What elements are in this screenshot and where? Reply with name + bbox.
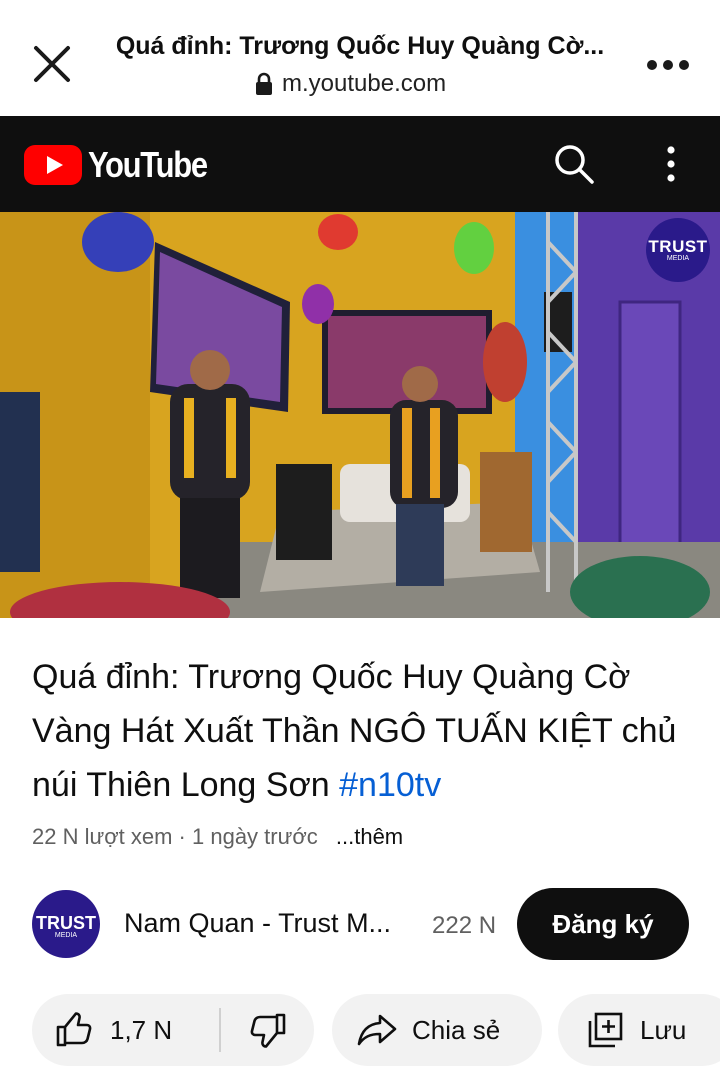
share-label: Chia sẻ [412,1014,501,1045]
more-options-icon[interactable] [644,50,692,80]
share-icon [356,1012,398,1048]
video-frame-image [0,212,720,618]
channel-row: TRUST MEDIA Nam Quan - Trust M... 222 N … [0,888,720,962]
channel-avatar[interactable]: TRUST MEDIA [32,890,100,958]
video-player[interactable]: TRUST MEDIA [0,212,720,618]
url-text: m.youtube.com [282,70,447,97]
hashtag-link[interactable]: #n10tv [339,766,441,804]
avatar-subtext: MEDIA [54,932,78,939]
save-button[interactable]: Lưu [558,994,720,1066]
channel-watermark: TRUST MEDIA [646,218,710,282]
close-icon[interactable] [28,40,76,88]
youtube-logo[interactable]: YouTube [24,144,226,186]
search-icon[interactable] [552,142,596,186]
upload-time: 1 ngày trước [192,824,318,849]
kebab-menu-icon[interactable] [656,144,686,184]
url-display[interactable]: m.youtube.com [254,70,446,98]
more-description-link[interactable]: ...thêm [336,824,403,849]
like-button[interactable]: 1,7 N [32,994,219,1066]
thumbs-down-icon [248,1010,288,1050]
like-count: 1,7 N [110,1014,173,1045]
youtube-wordmark: YouTube [88,144,208,185]
avatar-text: TRUST [36,913,96,933]
video-meta[interactable]: 22 N lượt xem · 1 ngày trước ...thêm [32,824,403,850]
save-playlist-icon [586,1011,624,1049]
subscriber-count: 222 N [432,912,497,939]
browser-bar: Quá đỉnh: Trương Quốc Huy Quàng Cờ... m.… [0,0,720,116]
page-title: Quá đỉnh: Trương Quốc Huy Quàng Cờ... [115,32,605,60]
channel-name[interactable]: Nam Quan - Trust M... [124,908,391,939]
view-count: 22 N lượt xem [32,824,173,849]
watermark-text: TRUST [648,237,708,256]
video-title[interactable]: Quá đỉnh: Trương Quốc Huy Quàng Cờ Vàng … [32,650,702,812]
dislike-button[interactable] [221,994,314,1066]
youtube-header: YouTube [0,116,720,212]
watermark-subtext: MEDIA [666,255,690,262]
youtube-play-icon [24,145,82,185]
thumbs-up-icon [54,1010,94,1050]
meta-separator: · [178,824,186,849]
subscribe-button[interactable]: Đăng ký [517,888,689,960]
save-label: Lưu [640,1014,687,1045]
share-button[interactable]: Chia sẻ [332,994,542,1066]
lock-icon [254,72,274,96]
like-dislike-pill: 1,7 N [32,994,314,1066]
